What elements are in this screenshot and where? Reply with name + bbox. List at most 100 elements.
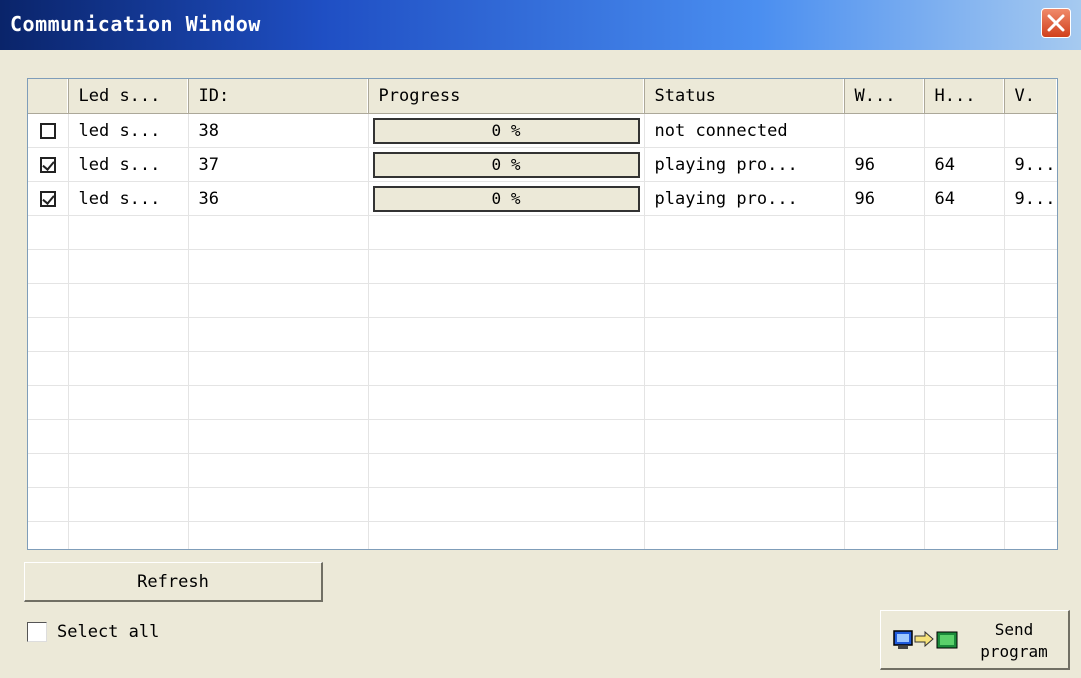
empty-row [28, 487, 1057, 522]
empty-row [28, 419, 1057, 454]
select-all-label: Select all [57, 622, 160, 642]
select-all[interactable]: Select all [27, 620, 159, 644]
device-grid[interactable]: Led s... ID: Progress Status W... H... V. led … [27, 78, 1058, 550]
empty-cell [924, 215, 1005, 250]
empty-cell [844, 385, 925, 420]
send-program-icon [893, 630, 958, 649]
close-icon [1047, 14, 1065, 32]
width-cell [844, 113, 925, 148]
progress-bar: 0 % [372, 151, 640, 178]
row-checkbox[interactable] [39, 190, 56, 207]
version-cell [1004, 113, 1057, 148]
empty-cell [188, 453, 369, 488]
empty-cell [368, 521, 645, 549]
header-row: Led s... ID: Progress Status W... H... V. [28, 79, 1057, 114]
empty-cell [368, 317, 645, 352]
empty-cell [1004, 419, 1057, 454]
empty-cell [188, 487, 369, 522]
empty-cell [644, 419, 845, 454]
column-header[interactable]: V. [1004, 79, 1057, 114]
empty-cell [844, 419, 925, 454]
empty-cell [844, 453, 925, 488]
table-row[interactable]: led s... 38 0 % not connected [28, 113, 1057, 148]
row-checkbox-cell [28, 181, 69, 216]
row-checkbox-cell [28, 113, 69, 148]
empty-cell [28, 249, 69, 284]
column-header[interactable]: Led s... [68, 79, 189, 114]
empty-cell [924, 521, 1005, 549]
empty-cell [844, 283, 925, 318]
height-cell [924, 113, 1005, 148]
close-button[interactable] [1041, 8, 1071, 38]
empty-cell [844, 521, 925, 549]
height-cell: 64 [924, 181, 1005, 216]
table-row[interactable]: led s... 36 0 % playing pro... 96 64 9... [28, 181, 1057, 216]
empty-cell [68, 419, 189, 454]
title-bar[interactable]: Communication Window [0, 0, 1081, 50]
status-cell: not connected [644, 113, 845, 148]
version-cell: 9... [1004, 181, 1057, 216]
empty-cell [1004, 317, 1057, 352]
empty-cell [28, 521, 69, 549]
row-checkbox[interactable] [39, 156, 56, 173]
empty-cell [188, 249, 369, 284]
empty-cell [844, 487, 925, 522]
height-cell: 64 [924, 147, 1005, 182]
empty-cell [28, 419, 69, 454]
window-title: Communication Window [10, 12, 261, 36]
empty-cell [368, 249, 645, 284]
empty-cell [28, 453, 69, 488]
column-header[interactable]: ID: [188, 79, 369, 114]
empty-row [28, 249, 1057, 284]
empty-cell [68, 317, 189, 352]
progress-cell: 0 % [368, 147, 645, 182]
select-all-checkbox[interactable] [27, 622, 47, 642]
empty-cell [68, 351, 189, 386]
empty-cell [924, 317, 1005, 352]
empty-cell [68, 385, 189, 420]
empty-cell [1004, 487, 1057, 522]
empty-row [28, 453, 1057, 488]
empty-row [28, 317, 1057, 352]
send-program-label: Send program [980, 620, 1048, 661]
empty-cell [188, 385, 369, 420]
progress-bar: 0 % [372, 185, 640, 212]
refresh-button[interactable]: Refresh [24, 562, 323, 602]
empty-cell [1004, 283, 1057, 318]
send-program-button[interactable]: Send program [880, 610, 1070, 670]
column-header[interactable]: W... [844, 79, 925, 114]
id-cell: 38 [188, 113, 369, 148]
empty-cell [68, 453, 189, 488]
empty-cell [1004, 453, 1057, 488]
empty-cell [644, 453, 845, 488]
column-header[interactable]: H... [924, 79, 1005, 114]
empty-cell [188, 419, 369, 454]
progress-bar: 0 % [372, 117, 640, 144]
empty-row [28, 351, 1057, 386]
empty-cell [28, 351, 69, 386]
column-header[interactable]: Progress [368, 79, 645, 114]
empty-cell [368, 283, 645, 318]
empty-cell [188, 521, 369, 549]
empty-cell [924, 249, 1005, 284]
row-checkbox-cell [28, 147, 69, 182]
id-cell: 36 [188, 181, 369, 216]
empty-cell [188, 215, 369, 250]
empty-cell [924, 351, 1005, 386]
row-checkbox[interactable] [39, 122, 56, 139]
empty-cell [1004, 385, 1057, 420]
width-cell: 96 [844, 147, 925, 182]
empty-cell [644, 521, 845, 549]
column-header[interactable] [28, 79, 69, 114]
empty-cell [188, 283, 369, 318]
empty-cell [68, 283, 189, 318]
column-header[interactable]: Status [644, 79, 845, 114]
empty-cell [68, 521, 189, 549]
empty-cell [68, 215, 189, 250]
empty-cell [844, 249, 925, 284]
empty-row [28, 385, 1057, 420]
table-row[interactable]: led s... 37 0 % playing pro... 96 64 9... [28, 147, 1057, 182]
led-screen-name-cell: led s... [68, 147, 189, 182]
empty-cell [368, 351, 645, 386]
led-screen-name-cell: led s... [68, 181, 189, 216]
